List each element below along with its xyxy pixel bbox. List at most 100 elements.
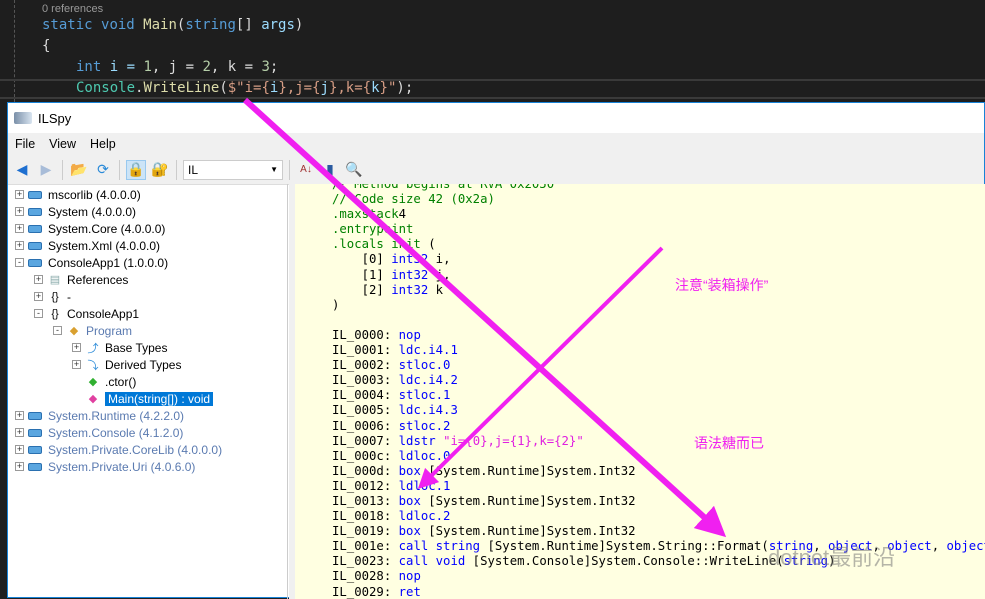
il-code-line: [1] int32 j, — [332, 268, 985, 283]
il-code-line — [332, 313, 985, 328]
expand-icon[interactable]: + — [34, 292, 43, 301]
method-static-icon: ◆ — [88, 393, 98, 405]
title-bar[interactable]: ILSpy — [8, 103, 984, 133]
expand-icon[interactable]: + — [34, 275, 43, 284]
code-token: ldloc.0 — [398, 448, 451, 463]
toolbar-separator — [176, 159, 177, 180]
tree-node-label: Derived Types — [105, 357, 182, 372]
tree-node[interactable]: + ⤴ Base Types — [8, 339, 287, 356]
expand-icon[interactable]: + — [15, 224, 24, 233]
assembly-icon — [28, 241, 42, 250]
show-internal-icon[interactable]: 🔐 — [150, 160, 170, 180]
collapse-icon[interactable]: - — [15, 258, 24, 267]
code-token: int32 — [391, 267, 429, 282]
tree-node[interactable]: + mscorlib (4.0.0.0) — [8, 186, 287, 203]
tree-node[interactable]: ◆ .ctor() — [8, 373, 287, 390]
ilspy-window: ILSpy File View Help ◀ ▶ 📂 ⟳ 🔒 🔐 IL ▼ A↓ … — [7, 102, 985, 599]
derived-types-icon: ⤵ — [87, 359, 99, 372]
expand-icon[interactable]: + — [72, 360, 81, 369]
toolbar-separator — [289, 159, 290, 180]
watermark: dotnet最前沿 — [768, 545, 896, 570]
codelens-references[interactable]: 0 references — [42, 3, 103, 15]
tree-node[interactable]: + System.Private.CoreLib (4.0.0.0) — [8, 441, 287, 458]
code-token: int32 — [391, 252, 429, 267]
expand-icon[interactable]: + — [72, 343, 81, 352]
code-token: box — [398, 524, 421, 539]
tree-node[interactable]: + System.Core (4.0.0.0) — [8, 220, 287, 237]
code-token: [System.Runtime]System.String::Format( — [480, 539, 769, 554]
code-line-signature: static void Main(string[] args) — [42, 17, 304, 33]
method-icon: ◆ — [88, 376, 98, 388]
toolbar: ◀ ▶ 📂 ⟳ 🔒 🔐 IL ▼ A↓ ▮ 🔍 — [8, 155, 984, 185]
tree-node[interactable]: + System.Console (4.1.2.0) — [8, 424, 287, 441]
collapse-icon[interactable]: - — [34, 309, 43, 318]
code-token: // Method begins at RVA 0x2050 — [332, 184, 555, 191]
code-token: i, — [428, 252, 451, 267]
code-line-writeline: Console.WriteLine($"i={i},j={j},k={k}"); — [76, 80, 414, 96]
expand-icon[interactable]: + — [15, 445, 24, 454]
tree-node[interactable]: + System.Runtime (4.2.2.0) — [8, 407, 287, 424]
code-token: , — [931, 539, 947, 554]
forward-icon[interactable]: ▶ — [36, 160, 56, 180]
code-token: ldloc.2 — [398, 509, 451, 524]
code-token: .entrypoint — [332, 222, 414, 237]
tree-node[interactable]: + System.Private.Uri (4.0.6.0) — [8, 458, 287, 475]
tree-node[interactable]: + {} - — [8, 288, 287, 305]
tree-node[interactable]: -{} ConsoleApp1 — [8, 305, 287, 322]
show-public-only-icon[interactable]: 🔒 — [126, 159, 146, 180]
menu-view[interactable]: View — [42, 137, 83, 151]
code-token: object — [946, 539, 985, 554]
book-icon[interactable]: ▮ — [320, 160, 340, 180]
il-code-line: IL_0003: ldc.i4.2 — [332, 373, 985, 388]
code-token: 4 — [398, 207, 407, 222]
il-code-line: IL_0013: box [System.Runtime]System.Int3… — [332, 494, 985, 509]
menu-help[interactable]: Help — [83, 137, 123, 151]
toolbar-separator — [62, 159, 63, 180]
il-code-line: .locals init ( — [332, 237, 985, 252]
collapse-icon[interactable]: - — [53, 326, 62, 335]
refresh-icon[interactable]: ⟳ — [93, 160, 113, 180]
tree-node[interactable]: + System (4.0.0.0) — [8, 203, 287, 220]
expand-icon[interactable]: + — [15, 462, 24, 471]
code-token: IL_001e: — [332, 539, 399, 554]
code-line-declaration: int i = 1, j = 2, k = 3; — [76, 59, 279, 75]
expand-icon[interactable]: + — [15, 190, 24, 199]
tree-node[interactable]: - ◆ Program — [8, 322, 287, 339]
tree-node-label: System (4.0.0.0) — [48, 204, 137, 219]
code-token: stloc.2 — [398, 418, 451, 433]
search-icon[interactable]: 🔍 — [344, 160, 364, 180]
code-token: IL_000d: — [332, 463, 399, 478]
tree-node[interactable]: - ConsoleApp1 (1.0.0.0) — [8, 254, 287, 271]
il-code-line: IL_0006: stloc.2 — [332, 419, 985, 434]
tree-node-label: System.Private.Uri (4.0.6.0) — [48, 459, 196, 474]
language-select[interactable]: IL ▼ — [183, 159, 283, 180]
il-code-line: IL_0029: ret — [332, 585, 985, 599]
sort-icon[interactable]: A↓ — [296, 160, 316, 180]
code-token: IL_0003: — [332, 373, 399, 388]
code-token: ldloc.1 — [398, 478, 451, 493]
tree-node-label: System.Console (4.1.2.0) — [48, 425, 184, 440]
expand-icon[interactable]: + — [15, 207, 24, 216]
tree-node-label: mscorlib (4.0.0.0) — [48, 187, 141, 202]
code-token: box — [398, 493, 421, 508]
tree-node[interactable]: + System.Xml (4.0.0.0) — [8, 237, 287, 254]
tree-node[interactable]: ◆ Main(string[]) : void — [8, 390, 287, 407]
expand-icon[interactable]: + — [15, 428, 24, 437]
code-token: [System.Runtime]System.Int32 — [420, 493, 636, 508]
tree-node-label: Main(string[]) : void — [105, 391, 214, 406]
code-token: IL_0012: — [332, 478, 399, 493]
code-token: [System.Console]System.Console::WriteLin… — [465, 554, 784, 569]
expand-icon[interactable]: + — [15, 241, 24, 250]
code-token: IL_0006: — [332, 418, 399, 433]
code-token: ldstr — [398, 433, 436, 448]
code-token: IL_0000: — [332, 327, 399, 342]
code-token: stloc.0 — [398, 358, 451, 373]
code-token: "i={0},j={1},k={2}" — [435, 433, 584, 448]
expand-icon[interactable]: + — [15, 411, 24, 420]
menu-file[interactable]: File — [8, 137, 42, 151]
back-icon[interactable]: ◀ — [12, 160, 32, 180]
tree-node[interactable]: + ⤵ Derived Types — [8, 356, 287, 373]
tree-node[interactable]: + ▤ References — [8, 271, 287, 288]
il-code-line: IL_0019: box [System.Runtime]System.Int3… — [332, 524, 985, 539]
open-file-icon[interactable]: 📂 — [69, 160, 89, 180]
